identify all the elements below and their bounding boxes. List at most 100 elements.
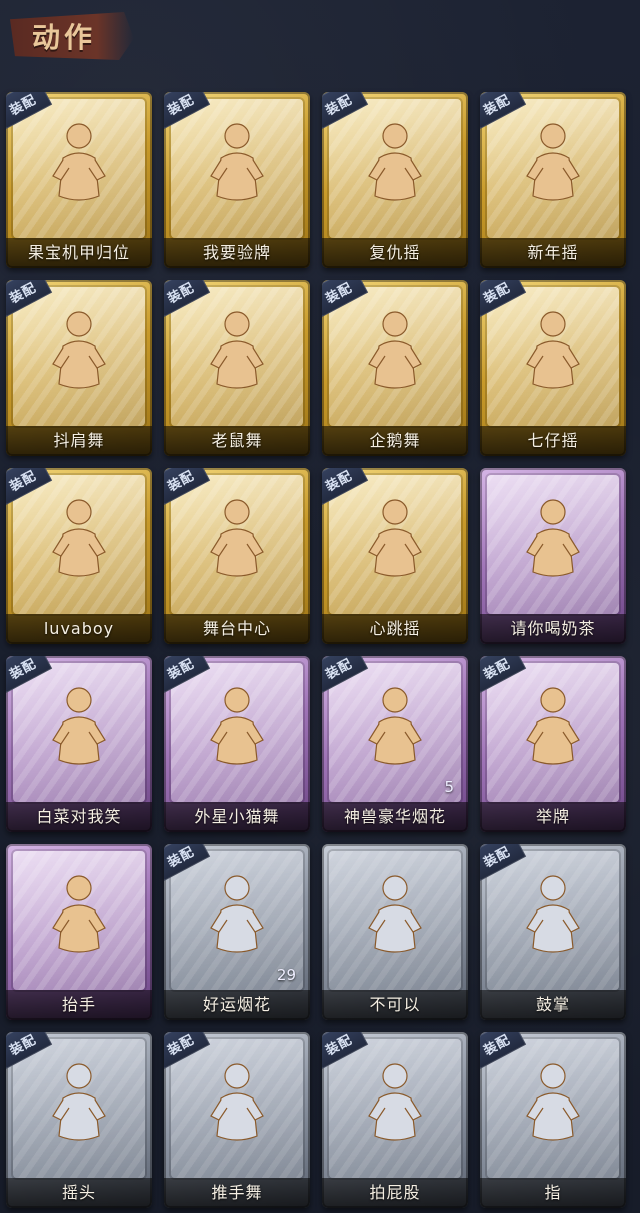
card-label-bar: 复仇摇	[322, 238, 468, 268]
card-label-bar: 果宝机甲归位	[6, 238, 152, 268]
action-card[interactable]: 鼓掌 装配	[480, 844, 626, 1020]
action-card[interactable]: 复仇摇 装配	[322, 92, 468, 268]
finger-no-icon	[368, 875, 422, 953]
character-pat-icon	[368, 1063, 422, 1141]
character-shoulder-icon	[52, 311, 106, 389]
action-card[interactable]: 抖肩舞 装配	[6, 280, 152, 456]
card-label: 请你喝奶茶	[510, 619, 596, 638]
card-label-bar: 老鼠舞	[164, 426, 310, 456]
character-tea-icon	[526, 499, 580, 577]
character-cross-arms-icon	[52, 687, 106, 765]
card-label-bar: 不可以	[322, 990, 468, 1020]
character-point-up-icon	[368, 123, 422, 201]
fireworks-icon	[368, 687, 422, 765]
card-label: 抖肩舞	[53, 431, 105, 450]
card-label: 鼓掌	[535, 995, 570, 1014]
action-card[interactable]: 5 神兽豪华烟花 装配	[322, 656, 468, 832]
item-count: 5	[444, 778, 454, 796]
card-label: 新年摇	[527, 243, 579, 262]
card-label-bar: 指	[480, 1178, 626, 1208]
action-card[interactable]: 舞台中心 装配	[164, 468, 310, 644]
card-label: 好运烟花	[202, 995, 271, 1014]
card-label: 舞台中心	[202, 619, 271, 638]
card-label: 白菜对我笑	[36, 807, 122, 826]
card-label: 果宝机甲归位	[27, 243, 130, 262]
card-label: 抬手	[61, 995, 96, 1014]
character-card-icon	[210, 123, 264, 201]
card-label: luvaboy	[43, 619, 115, 638]
card-label: 举牌	[535, 807, 570, 826]
item-count: 29	[276, 966, 296, 984]
character-arms-icon	[526, 311, 580, 389]
character-mouse-icon	[210, 311, 264, 389]
card-label-bar: 白菜对我笑	[6, 802, 152, 832]
action-card[interactable]: 心跳摇 装配	[322, 468, 468, 644]
card-label-bar: 举牌	[480, 802, 626, 832]
card-label: 拍屁股	[369, 1183, 421, 1202]
card-label-bar: 企鹅舞	[322, 426, 468, 456]
header: 动作	[0, 0, 640, 72]
card-label: 我要验牌	[202, 243, 271, 262]
card-label-bar: 外星小猫舞	[164, 802, 310, 832]
card-label: 推手舞	[211, 1183, 263, 1202]
character-push-icon	[210, 1063, 264, 1141]
card-label-bar: 我要验牌	[164, 238, 310, 268]
card-label-bar: 七仔摇	[480, 426, 626, 456]
card-label-bar: 新年摇	[480, 238, 626, 268]
card-label: 指	[544, 1183, 562, 1202]
hand-point-icon	[526, 1063, 580, 1141]
action-card[interactable]: 老鼠舞 装配	[164, 280, 310, 456]
card-label: 外星小猫舞	[194, 807, 280, 826]
character-wave-icon	[368, 499, 422, 577]
card-label-bar: 舞台中心	[164, 614, 310, 644]
character-cat-dance-icon	[210, 687, 264, 765]
card-label: 企鹅舞	[369, 431, 421, 450]
card-label: 不可以	[369, 995, 421, 1014]
card-label: 心跳摇	[369, 619, 421, 638]
card-label-bar: 鼓掌	[480, 990, 626, 1020]
action-card[interactable]: 请你喝奶茶	[480, 468, 626, 644]
action-card[interactable]: 七仔摇 装配	[480, 280, 626, 456]
character-raise-hand-icon	[52, 875, 106, 953]
character-shake-head-icon	[52, 1063, 106, 1141]
card-label-bar: 抬手	[6, 990, 152, 1020]
card-label-bar: 抖肩舞	[6, 426, 152, 456]
action-card[interactable]: 果宝机甲归位 装配	[6, 92, 152, 268]
action-card[interactable]: 举牌 装配	[480, 656, 626, 832]
card-label-bar: 请你喝奶茶	[480, 614, 626, 644]
card-label-bar: 摇头	[6, 1178, 152, 1208]
card-label-bar: 好运烟花	[164, 990, 310, 1020]
card-label: 老鼠舞	[211, 431, 263, 450]
action-card[interactable]: luvaboy 装配	[6, 468, 152, 644]
sign-board-icon	[526, 687, 580, 765]
card-label-bar: 神兽豪华烟花	[322, 802, 468, 832]
character-hug-icon	[52, 499, 106, 577]
action-card[interactable]: 摇头 装配	[6, 1032, 152, 1208]
card-label: 七仔摇	[527, 431, 579, 450]
character-dance-icon	[52, 123, 106, 201]
action-card[interactable]: 29 好运烟花 装配	[164, 844, 310, 1020]
card-label-bar: luvaboy	[6, 614, 152, 644]
character-stage-icon	[210, 499, 264, 577]
card-label-bar: 推手舞	[164, 1178, 310, 1208]
character-penguin-icon	[368, 311, 422, 389]
action-card[interactable]: 我要验牌 装配	[164, 92, 310, 268]
firework-can-icon	[210, 875, 264, 953]
action-card[interactable]: 外星小猫舞 装配	[164, 656, 310, 832]
card-label: 摇头	[61, 1183, 96, 1202]
card-label: 神兽豪华烟花	[343, 807, 446, 826]
action-card[interactable]: 推手舞 装配	[164, 1032, 310, 1208]
action-card[interactable]: 抬手	[6, 844, 152, 1020]
character-clap-icon	[526, 123, 580, 201]
card-label-bar: 心跳摇	[322, 614, 468, 644]
action-card[interactable]: 拍屁股 装配	[322, 1032, 468, 1208]
action-card[interactable]: 企鹅舞 装配	[322, 280, 468, 456]
page-title: 动作	[32, 21, 97, 54]
action-card[interactable]: 不可以	[322, 844, 468, 1020]
action-card[interactable]: 白菜对我笑 装配	[6, 656, 152, 832]
action-card[interactable]: 指装配	[480, 1032, 626, 1208]
clap-hands-icon	[526, 875, 580, 953]
card-label-bar: 拍屁股	[322, 1178, 468, 1208]
action-card[interactable]: 新年摇 装配	[480, 92, 626, 268]
card-label: 复仇摇	[369, 243, 421, 262]
